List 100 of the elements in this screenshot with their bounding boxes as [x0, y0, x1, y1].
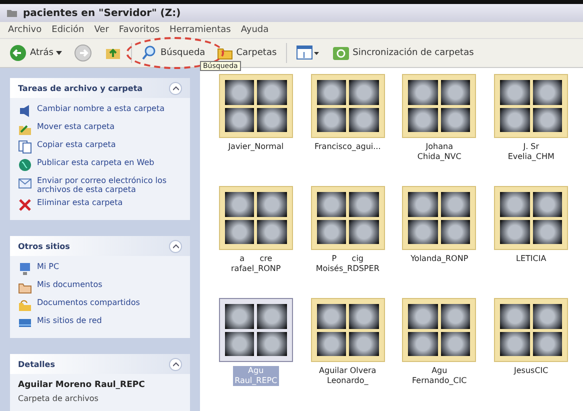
panel-title[interactable]: Detalles: [18, 360, 55, 368]
task-link[interactable]: Publicar esta carpeta en Web: [18, 158, 182, 172]
photo-placeholder: [500, 220, 530, 244]
shared-folder-icon: [18, 298, 32, 312]
folder-label[interactable]: Francisco_agui...: [312, 142, 383, 152]
folder-thumbnail[interactable]: [218, 298, 293, 362]
photo-placeholder: [316, 332, 346, 356]
search-button[interactable]: Búsqueda: [138, 43, 208, 63]
photo-placeholder: [257, 108, 287, 132]
photo-placeholder: [257, 220, 287, 244]
folder-label[interactable]: a cre rafael_RONP: [229, 254, 283, 274]
folder-label[interactable]: JesusCIC: [512, 366, 550, 376]
task-link[interactable]: Mi PC: [18, 262, 182, 276]
photo-placeholder: [408, 220, 438, 244]
photo-placeholder: [224, 80, 254, 104]
photo-placeholder: [257, 80, 287, 104]
menu-item[interactable]: Ayuda: [240, 25, 269, 35]
panel-title[interactable]: Otros sitios: [18, 242, 70, 250]
collapse-chevron-icon[interactable]: [169, 82, 182, 94]
photo-placeholder: [349, 192, 379, 216]
folder-thumbnail[interactable]: [310, 74, 385, 138]
photo-placeholder: [316, 220, 346, 244]
photo-placeholder: [349, 332, 379, 356]
photo-placeholder: [224, 332, 254, 356]
photo-placeholder: [532, 192, 562, 216]
photo-placeholder: [257, 192, 287, 216]
photo-placeholder: [440, 80, 470, 104]
photo-placeholder: [500, 192, 530, 216]
task-link[interactable]: Mover esta carpeta: [18, 122, 182, 136]
photo-placeholder: [224, 192, 254, 216]
folder-thumbnail[interactable]: [310, 186, 385, 250]
folder-label[interactable]: J. Sr Evelia_CHM: [506, 142, 556, 162]
photo-placeholder: [349, 108, 379, 132]
photo-placeholder: [532, 108, 562, 132]
photo-placeholder: [408, 108, 438, 132]
photo-placeholder: [408, 192, 438, 216]
folder-thumbnail[interactable]: [494, 186, 568, 250]
photo-placeholder: [349, 304, 379, 328]
photo-placeholder: [408, 80, 438, 104]
detail-type: Carpeta de archivos: [18, 394, 100, 403]
caret-icon: [56, 51, 62, 55]
folder-label[interactable]: Yolanda_RONP: [408, 254, 470, 264]
folder-thumbnail[interactable]: [402, 298, 476, 362]
menu-item[interactable]: Favoritos: [118, 25, 160, 35]
photo-placeholder: [349, 80, 379, 104]
collapse-chevron-icon[interactable]: [169, 358, 182, 370]
photo-placeholder: [532, 80, 562, 104]
task-link[interactable]: Mis documentos: [18, 280, 182, 294]
task-link[interactable]: Eliminar esta carpeta: [18, 198, 182, 212]
task-link[interactable]: Enviar por correo electrónico los archivos de esta carpeta: [18, 176, 182, 194]
collapse-chevron-icon[interactable]: [169, 240, 182, 252]
photo-placeholder: [316, 304, 346, 328]
folder-thumbnail[interactable]: [402, 186, 476, 250]
photo-placeholder: [224, 108, 254, 132]
task-link[interactable]: Mis sitios de red: [18, 316, 182, 330]
folder-label[interactable]: Johana Chida_NVC: [415, 142, 464, 162]
envelope-icon: [18, 176, 32, 190]
photo-placeholder: [440, 332, 470, 356]
folder-label[interactable]: Agu Fernando_CIC: [410, 366, 469, 386]
copy-icon: [18, 140, 32, 154]
folder-label[interactable]: Javier_Normal: [226, 142, 286, 152]
folder-thumbnail[interactable]: [402, 74, 476, 138]
search-icon: [141, 45, 158, 61]
task-link[interactable]: Documentos compartidos: [18, 298, 182, 312]
photo-placeholder: [408, 332, 438, 356]
photo-placeholder: [500, 332, 530, 356]
back-button[interactable]: Atrás: [6, 42, 66, 64]
photo-placeholder: [408, 304, 438, 328]
sync-folder-icon: [332, 45, 350, 61]
photo-placeholder: [532, 304, 562, 328]
menu-item[interactable]: Edición: [52, 25, 84, 35]
folder-label[interactable]: Aguilar Olvera Leonardo_: [317, 366, 378, 386]
folder-thumbnail[interactable]: [218, 74, 293, 138]
folder-thumbnail[interactable]: [494, 298, 568, 362]
task-link[interactable]: Cambiar nombre a esta carpeta: [18, 104, 182, 118]
folder-window-icon: [6, 7, 18, 19]
photo-placeholder: [349, 220, 379, 244]
photo-placeholder: [440, 220, 470, 244]
folder-thumbnail[interactable]: [494, 74, 568, 138]
window-title: pacientes en "Servidor" (Z:): [23, 8, 181, 18]
photo-placeholder: [500, 304, 530, 328]
globe-icon: [18, 158, 32, 172]
photo-placeholder: [440, 108, 470, 132]
menu-item[interactable]: Herramientas: [170, 25, 231, 35]
sync-button[interactable]: Sincronización de carpetas: [328, 43, 477, 63]
delete-x-icon: [18, 198, 32, 212]
photo-placeholder: [440, 304, 470, 328]
photo-placeholder: [316, 108, 346, 132]
photo-placeholder: [440, 192, 470, 216]
folder-label[interactable]: P cig Moisés_RDSPER: [314, 254, 382, 274]
computer-icon: [18, 262, 32, 276]
photo-placeholder: [500, 80, 530, 104]
task-link[interactable]: Copiar esta carpeta: [18, 140, 182, 154]
menu-item[interactable]: Ver: [94, 25, 109, 35]
photo-placeholder: [257, 332, 287, 356]
menu-item[interactable]: Archivo: [8, 25, 42, 35]
detail-name: Aguilar Moreno Raul_REPC: [18, 380, 146, 390]
folder-label[interactable]: LETICIA: [514, 254, 548, 264]
folder-thumbnail[interactable]: [310, 298, 385, 362]
folder-thumbnail[interactable]: [218, 186, 293, 250]
